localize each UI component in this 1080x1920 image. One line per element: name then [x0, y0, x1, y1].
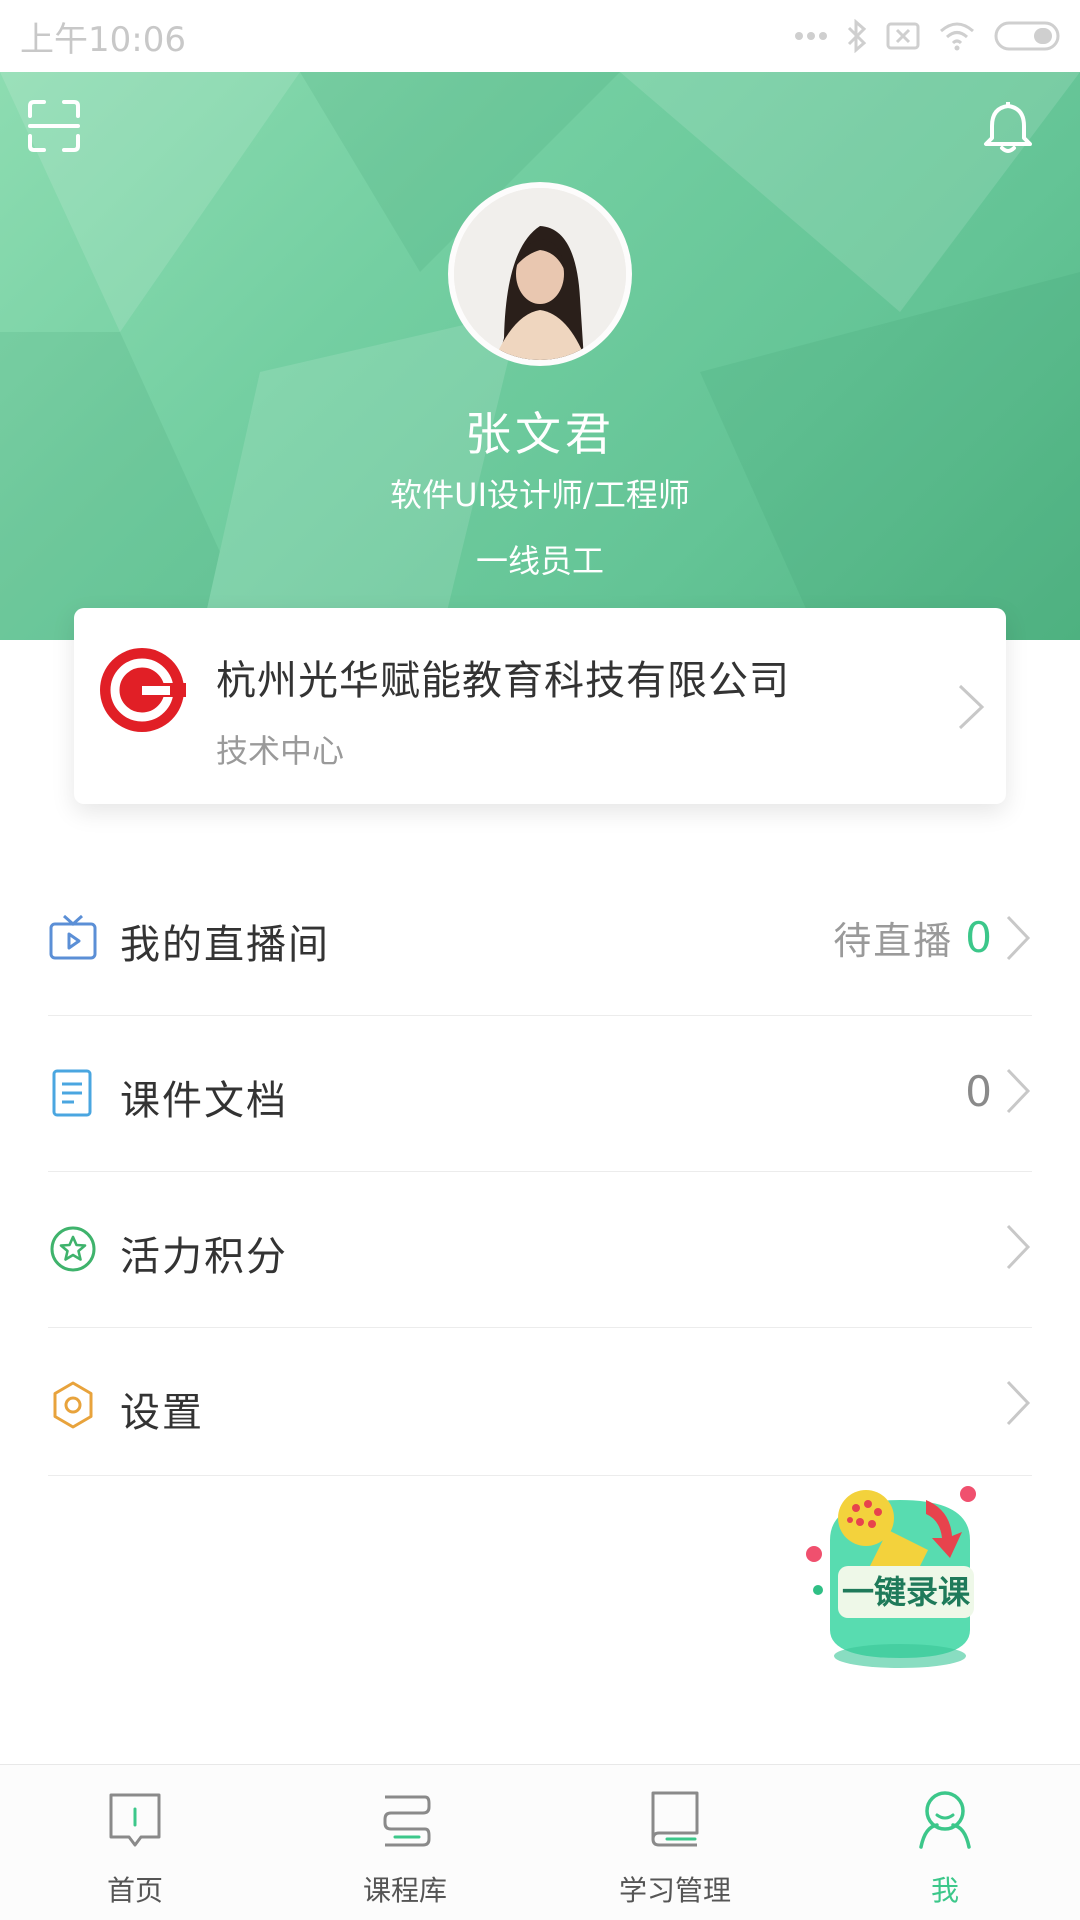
record-fab-graphic: 一键录课	[806, 1486, 976, 1668]
company-card[interactable]: 杭州光华赋能教育科技有限公司 技术中心	[74, 608, 1006, 804]
live-pending-count: 0	[965, 913, 992, 962]
scan-icon[interactable]	[26, 98, 82, 154]
quick-record-label: 一键录课	[842, 1573, 971, 1611]
avatar-portrait	[454, 188, 626, 360]
user-job-title: 软件UI设计师/工程师	[390, 476, 690, 514]
bluetooth-icon	[847, 19, 867, 53]
company-name: 杭州光华赋能教育科技有限公司	[216, 658, 790, 704]
status-icons	[794, 19, 1060, 53]
chevron-right-icon	[1006, 1068, 1031, 1114]
notification-bell-icon[interactable]	[982, 98, 1034, 154]
menu-item-right: 0	[965, 1066, 1032, 1116]
gear-icon	[53, 1381, 93, 1429]
quick-record-button[interactable]: 一键录课	[800, 1480, 1000, 1680]
more-dots-icon	[795, 32, 827, 40]
tab-library[interactable]: 课程库	[270, 1765, 540, 1920]
menu-item-courseware[interactable]: 课件文档 0	[48, 1016, 1032, 1172]
menu-item-settings[interactable]: 设置	[48, 1328, 1032, 1476]
tv-icon	[49, 914, 97, 960]
menu-item-label: 活力积分	[120, 1234, 288, 1280]
company-department: 技术中心	[216, 732, 345, 770]
home-book-icon	[109, 1793, 161, 1847]
battery-icon	[994, 21, 1060, 51]
user-name: 张文君	[465, 407, 615, 461]
user-level: 一线员工	[475, 542, 604, 580]
status-time: 上午10:06	[20, 19, 186, 60]
no-sim-icon	[886, 22, 920, 50]
person-icon	[919, 1791, 971, 1849]
live-pending-label: 待直播	[833, 919, 954, 963]
chevron-right-icon	[1006, 1224, 1031, 1270]
bottom-tab-bar: 首页 课程库 学习管理 我	[0, 1764, 1080, 1920]
menu-item-right: 待直播 0	[833, 910, 1032, 965]
menu-item-right	[1004, 1378, 1032, 1428]
chevron-right-icon	[1006, 1380, 1031, 1426]
chevron-right-icon	[1006, 915, 1031, 960]
chevron-right-icon	[958, 684, 985, 730]
tab-me[interactable]: 我	[810, 1765, 1080, 1920]
menu-item-label: 设置	[120, 1390, 204, 1436]
menu-item-points[interactable]: 活力积分	[48, 1172, 1032, 1328]
tab-label: 课程库	[362, 1874, 447, 1907]
menu-item-live-room[interactable]: 我的直播间 待直播 0	[48, 860, 1032, 1016]
profile-header: 张文君 软件UI设计师/工程师 一线员工	[0, 72, 1080, 640]
menu-item-label: 课件文档	[120, 1078, 288, 1124]
menu-item-right	[1004, 1222, 1032, 1272]
star-badge-icon	[50, 1226, 96, 1272]
company-logo	[100, 648, 186, 732]
document-icon	[52, 1069, 92, 1117]
menu-item-label: 我的直播间	[120, 922, 330, 968]
tab-label: 我	[930, 1874, 959, 1907]
tab-home[interactable]: 首页	[0, 1765, 270, 1920]
avatar[interactable]	[448, 182, 632, 366]
tab-study-management[interactable]: 学习管理	[540, 1765, 810, 1920]
study-book-icon	[651, 1791, 699, 1847]
library-icon	[383, 1795, 431, 1847]
tab-label: 首页	[106, 1874, 163, 1907]
tab-label: 学习管理	[618, 1874, 731, 1907]
status-bar: 上午10:06	[0, 0, 1080, 72]
wifi-icon	[940, 22, 974, 51]
courseware-count: 0	[965, 1066, 992, 1116]
menu-list: 我的直播间 待直播 0 课件文档 0 活力积分 设置	[48, 860, 1032, 1476]
